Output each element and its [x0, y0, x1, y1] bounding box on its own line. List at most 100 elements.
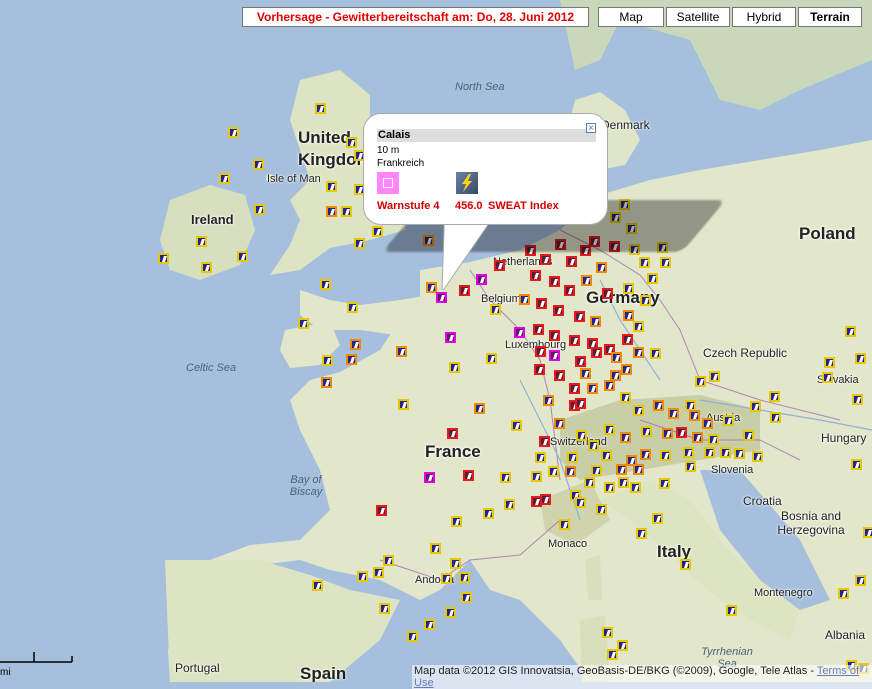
- warning-marker[interactable]: [519, 294, 530, 305]
- warning-marker[interactable]: [540, 254, 551, 265]
- warning-marker[interactable]: [549, 350, 560, 361]
- warning-marker[interactable]: [511, 420, 522, 431]
- warning-marker[interactable]: [683, 447, 694, 458]
- warning-marker[interactable]: [540, 494, 551, 505]
- warning-marker[interactable]: [196, 236, 207, 247]
- warning-marker[interactable]: [633, 321, 644, 332]
- warning-marker[interactable]: [383, 555, 394, 566]
- warning-marker[interactable]: [379, 603, 390, 614]
- warning-marker[interactable]: [253, 159, 264, 170]
- warning-marker[interactable]: [633, 347, 644, 358]
- warning-marker[interactable]: [554, 418, 565, 429]
- close-icon[interactable]: ×: [586, 123, 596, 134]
- warning-marker[interactable]: [616, 464, 627, 475]
- warning-marker[interactable]: [567, 452, 578, 463]
- warning-marker[interactable]: [490, 304, 501, 315]
- warning-marker[interactable]: [588, 440, 599, 451]
- warning-marker[interactable]: [564, 285, 575, 296]
- warning-marker[interactable]: [604, 380, 615, 391]
- warning-marker[interactable]: [534, 364, 545, 375]
- warning-marker[interactable]: [591, 347, 602, 358]
- warning-marker[interactable]: [633, 405, 644, 416]
- warning-marker[interactable]: [237, 251, 248, 262]
- warning-marker[interactable]: [604, 424, 615, 435]
- warning-marker[interactable]: [660, 450, 671, 461]
- warning-marker[interactable]: [228, 127, 239, 138]
- warning-marker[interactable]: [623, 283, 634, 294]
- warning-marker[interactable]: [407, 631, 418, 642]
- warning-marker[interactable]: [451, 516, 462, 527]
- warning-marker[interactable]: [855, 353, 866, 364]
- warning-marker[interactable]: [660, 257, 671, 268]
- warning-marker[interactable]: [604, 482, 615, 493]
- warning-marker[interactable]: [553, 305, 564, 316]
- warning-marker[interactable]: [851, 459, 862, 470]
- warning-marker[interactable]: [424, 472, 435, 483]
- warning-marker[interactable]: [548, 466, 559, 477]
- warning-marker[interactable]: [447, 428, 458, 439]
- warning-marker[interactable]: [641, 426, 652, 437]
- warning-marker[interactable]: [620, 392, 631, 403]
- warning-marker[interactable]: [611, 352, 622, 363]
- warning-marker[interactable]: [855, 575, 866, 586]
- warning-marker[interactable]: [500, 472, 511, 483]
- map-type-satellite-button[interactable]: Satellite: [666, 7, 730, 27]
- warning-marker[interactable]: [822, 372, 833, 383]
- warning-marker[interactable]: [743, 430, 754, 441]
- warning-marker[interactable]: [575, 356, 586, 367]
- warning-marker[interactable]: [543, 395, 554, 406]
- warning-marker[interactable]: [580, 368, 591, 379]
- warning-marker[interactable]: [769, 391, 780, 402]
- warning-marker[interactable]: [430, 543, 441, 554]
- warning-marker[interactable]: [354, 238, 365, 249]
- warning-marker[interactable]: [689, 410, 700, 421]
- warning-marker[interactable]: [575, 497, 586, 508]
- map-type-hybrid-button[interactable]: Hybrid: [732, 7, 796, 27]
- warning-marker[interactable]: [633, 464, 644, 475]
- warning-marker[interactable]: [709, 371, 720, 382]
- warning-marker[interactable]: [539, 436, 550, 447]
- warning-marker[interactable]: [461, 592, 472, 603]
- warning-marker[interactable]: [504, 499, 515, 510]
- warning-marker[interactable]: [322, 355, 333, 366]
- warning-marker[interactable]: [650, 348, 661, 359]
- warning-marker[interactable]: [692, 432, 703, 443]
- warning-marker[interactable]: [350, 339, 361, 350]
- warning-marker[interactable]: [620, 432, 631, 443]
- warning-marker[interactable]: [565, 466, 576, 477]
- warning-marker[interactable]: [622, 334, 633, 345]
- warning-marker[interactable]: [346, 354, 357, 365]
- warning-marker[interactable]: [372, 226, 383, 237]
- warning-marker[interactable]: [602, 627, 613, 638]
- warning-marker[interactable]: [398, 399, 409, 410]
- warning-marker[interactable]: [618, 477, 629, 488]
- warning-marker[interactable]: [376, 505, 387, 516]
- warning-marker[interactable]: [630, 482, 641, 493]
- warning-marker[interactable]: [668, 408, 679, 419]
- warning-marker[interactable]: [845, 326, 856, 337]
- warning-marker[interactable]: [569, 335, 580, 346]
- warning-marker[interactable]: [852, 394, 863, 405]
- warning-marker[interactable]: [617, 640, 628, 651]
- warning-marker[interactable]: [326, 181, 337, 192]
- warning-marker[interactable]: [863, 527, 872, 538]
- warning-marker-calais[interactable]: [436, 292, 447, 303]
- warning-marker[interactable]: [357, 571, 368, 582]
- map-type-terrain-button[interactable]: Terrain: [798, 7, 862, 27]
- warning-marker[interactable]: [726, 605, 737, 616]
- warning-marker[interactable]: [653, 400, 664, 411]
- warning-marker[interactable]: [734, 448, 745, 459]
- warning-marker[interactable]: [695, 376, 706, 387]
- warning-marker[interactable]: [483, 508, 494, 519]
- warning-marker[interactable]: [201, 262, 212, 273]
- warning-marker[interactable]: [824, 357, 835, 368]
- warning-marker[interactable]: [596, 262, 607, 273]
- warning-marker[interactable]: [752, 451, 763, 462]
- warning-marker[interactable]: [533, 324, 544, 335]
- warning-marker[interactable]: [662, 428, 673, 439]
- warning-marker[interactable]: [341, 206, 352, 217]
- warning-marker[interactable]: [838, 588, 849, 599]
- warning-marker[interactable]: [770, 412, 781, 423]
- warning-marker[interactable]: [566, 256, 577, 267]
- warning-marker[interactable]: [554, 370, 565, 381]
